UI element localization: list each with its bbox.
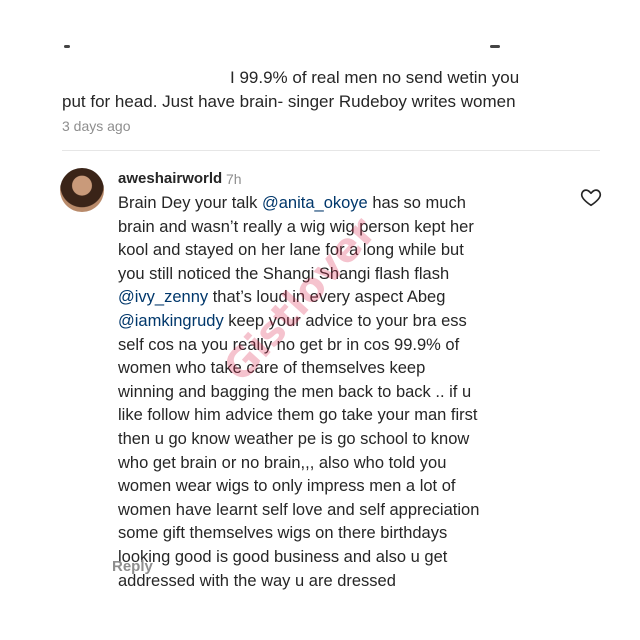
comment-line: self cos na you really no get br in cos … (118, 334, 578, 358)
comment-line: women who take care of themselves keep (118, 357, 578, 381)
mention-link[interactable]: @ivy_zenny (118, 288, 208, 306)
comment-text-segment: brain and wasn’t really a wig wig person… (118, 217, 474, 236)
comment-line: like follow him advice them go take your… (118, 404, 578, 428)
comment-text-segment: women wear wigs to only impress men a lo… (118, 477, 456, 496)
comment-text-segment: like follow him advice them go take your… (118, 406, 478, 425)
heart-outline-icon[interactable] (580, 186, 602, 208)
post-caption: I 99.9% of real men no send wetin you pu… (62, 66, 622, 114)
comment-text-segment: winning and bagging the men back to back… (118, 382, 472, 401)
comment-line: @iamkingrudy keep your advice to your br… (118, 310, 578, 334)
username-text[interactable]: aweshairworld (118, 170, 222, 187)
mention-link[interactable]: @iamkingrudy (118, 312, 224, 330)
avatar[interactable] (60, 168, 104, 212)
comment-text-segment: who get brain or no brain,,, also who to… (118, 453, 447, 472)
comment-text-segment: looking good is good business and also u… (118, 547, 448, 566)
comment-line: @ivy_zenny that’s loud in every aspect A… (118, 286, 578, 310)
comment-text-segment: Brain Dey your talk (118, 194, 262, 212)
comment-line: women have learnt self love and self app… (118, 499, 578, 523)
comment-line: addressed with the way u are dressed (118, 570, 578, 594)
comment-line: then u go know weather pe is go school t… (118, 428, 578, 452)
comment-time: 7h (226, 171, 242, 187)
reply-button[interactable]: Reply (112, 558, 153, 575)
comment-text-segment: addressed with the way u are dressed (118, 571, 396, 590)
comment-line: women wear wigs to only impress men a lo… (118, 475, 578, 499)
obscured-text (62, 42, 502, 52)
comment-line: who get brain or no brain,,, also who to… (118, 452, 578, 476)
post-timestamp: 3 days ago (62, 118, 131, 134)
comment-text-segment: then u go know weather pe is go school t… (118, 429, 470, 448)
comment-text-segment: women have learnt self love and self app… (118, 500, 480, 519)
comment-line: winning and bagging the men back to back… (118, 381, 578, 405)
divider (62, 150, 600, 151)
caption-line-2: put for head. Just have brain- singer Ru… (62, 92, 516, 111)
comment-line: looking good is good business and also u… (118, 546, 578, 570)
comment-username[interactable]: aweshairworld (118, 170, 222, 187)
comment-text-segment: some gift themselves wigs on there birth… (118, 524, 448, 543)
comment-text-segment: kool and stayed on her lane for a long w… (118, 241, 464, 260)
obscured-text (62, 72, 230, 86)
comment-text-segment: has so much (367, 194, 466, 212)
caption-line-1: I 99.9% of real men no send wetin you (230, 68, 520, 87)
comment-text-segment: you still noticed the Shangi Shangi flas… (118, 264, 450, 283)
comment-line: some gift themselves wigs on there birth… (118, 522, 578, 546)
